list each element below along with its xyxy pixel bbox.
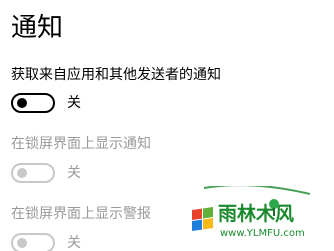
setting-label-get-notifications: 获取来自应用和其他发送者的通知 [11, 67, 221, 83]
get-notifications-toggle[interactable] [11, 93, 55, 113]
toggle-state-label: 关 [67, 165, 81, 181]
setting-label-lockscreen-notifications: 在锁屏界面上显示通知 [11, 136, 151, 152]
toggle-knob [17, 168, 27, 178]
page-title: 通知 [11, 13, 64, 43]
toggle-state-label: 关 [67, 235, 81, 251]
toggle-knob [17, 98, 27, 108]
lockscreen-notifications-toggle[interactable] [11, 163, 55, 183]
setting-label-lockscreen-alerts: 在锁屏界面上显示警报 [11, 206, 151, 222]
notifications-settings-page: 通知 获取来自应用和其他发送者的通知 关 在锁屏界面上显示通知 关 在锁屏界面上… [0, 0, 334, 251]
watermark-logo: 雨林木风 www.YLMFU.com [190, 186, 334, 251]
setting-row-lockscreen-alerts: 关 [11, 233, 81, 251]
svg-text:雨林木风: 雨林木风 [218, 202, 294, 225]
toggle-knob [17, 238, 27, 248]
setting-row-get-notifications: 关 [11, 93, 81, 113]
setting-row-lockscreen-notifications: 关 [11, 163, 81, 183]
lockscreen-alerts-toggle[interactable] [11, 233, 55, 251]
toggle-state-label: 关 [67, 95, 81, 111]
svg-text:www.YLMFU.com: www.YLMFU.com [220, 228, 305, 239]
